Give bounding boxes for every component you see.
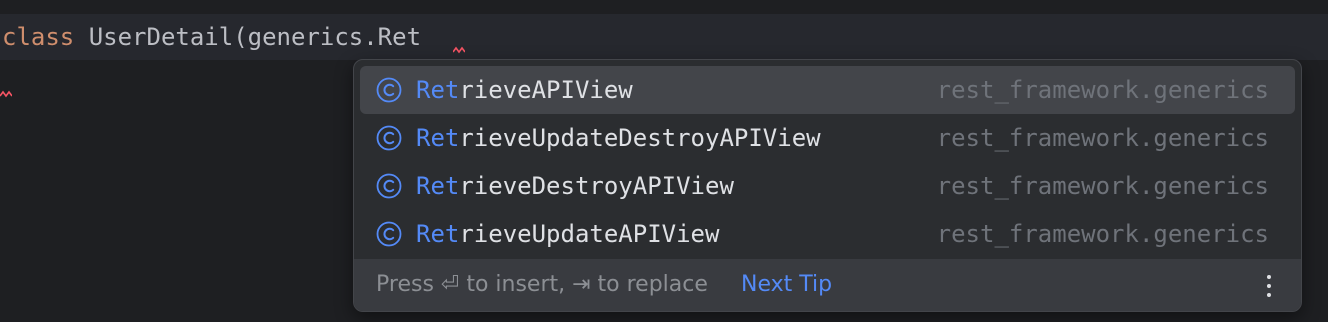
completion-popup: RetrieveAPIView rest_framework.generics … (353, 59, 1302, 312)
match-highlight: Ret (416, 220, 460, 248)
class-icon (376, 173, 402, 199)
completion-item-rest: rieveUpdateDestroyAPIView (459, 124, 821, 152)
match-highlight: Ret (416, 172, 460, 200)
completion-item-name: RetrieveAPIView (416, 75, 633, 105)
completion-item-name: RetrieveUpdateDestroyAPIView (416, 123, 821, 153)
completion-item[interactable]: RetrieveDestroyAPIView rest_framework.ge… (360, 162, 1295, 210)
completion-item-name: RetrieveDestroyAPIView (416, 171, 734, 201)
keyword-class: class (2, 23, 75, 51)
tip-text: Press ⏎ to insert, ⇥ to replace (376, 272, 708, 297)
completion-item-rest: rieveDestroyAPIView (459, 172, 734, 200)
match-highlight: Ret (416, 76, 460, 104)
completion-footer: Press ⏎ to insert, ⇥ to replace Next Tip (354, 259, 1301, 311)
completion-item[interactable]: RetrieveAPIView rest_framework.generics (360, 66, 1295, 114)
completion-item-package: rest_framework.generics (936, 76, 1269, 104)
completion-item-name: RetrieveUpdateAPIView (416, 219, 719, 249)
completion-item[interactable]: RetrieveUpdateDestroyAPIView rest_framew… (360, 114, 1295, 162)
completion-item-package: rest_framework.generics (936, 124, 1269, 152)
completion-item-rest: rieveUpdateAPIView (459, 220, 720, 248)
code-text: UserDetail(generics.Ret (74, 23, 422, 51)
code-editor[interactable]: class UserDetail(generics.Ret RetrieveAP… (0, 0, 1328, 322)
code-line[interactable]: class UserDetail(generics.Ret (2, 22, 421, 52)
match-highlight: Ret (416, 124, 460, 152)
next-tip-link[interactable]: Next Tip (741, 271, 832, 299)
class-icon (376, 221, 402, 247)
completion-item[interactable]: RetrieveUpdateAPIView rest_framework.gen… (360, 210, 1295, 258)
class-icon (376, 125, 402, 151)
error-squiggle (453, 46, 465, 54)
completion-item-package: rest_framework.generics (936, 220, 1269, 248)
class-icon (376, 77, 402, 103)
more-vertical-icon[interactable] (1264, 273, 1274, 299)
completion-item-rest: rieveAPIView (459, 76, 633, 104)
error-squiggle (0, 90, 12, 98)
completion-list: RetrieveAPIView rest_framework.generics … (354, 66, 1301, 258)
completion-item-package: rest_framework.generics (936, 172, 1269, 200)
